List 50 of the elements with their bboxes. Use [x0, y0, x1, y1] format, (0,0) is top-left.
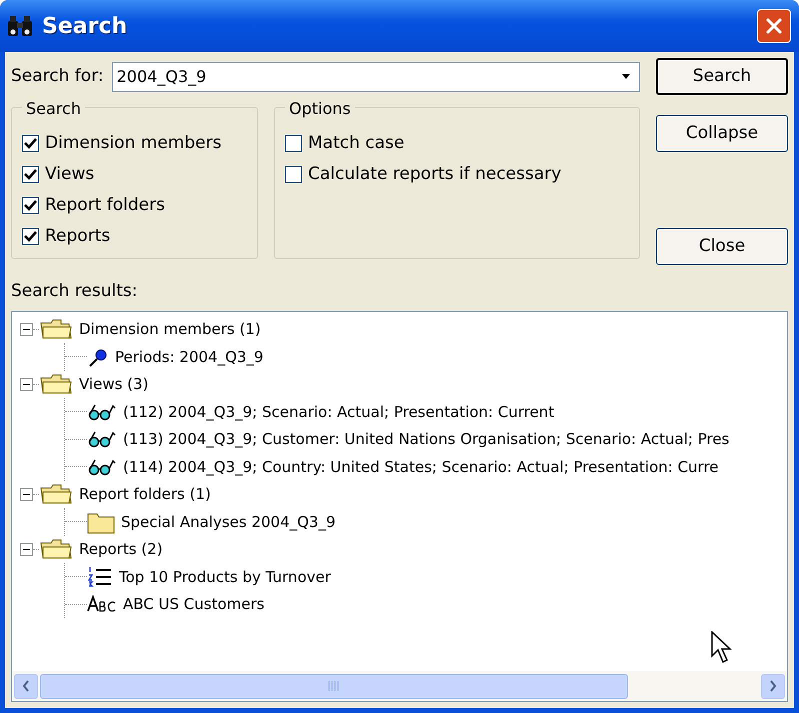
- numbered-list-icon: [87, 564, 113, 589]
- close-button[interactable]: [757, 9, 791, 43]
- checkbox[interactable]: [22, 135, 39, 152]
- open-folder-icon: [39, 537, 73, 562]
- scroll-left-button[interactable]: [14, 674, 38, 698]
- checkbox-label[interactable]: Views: [45, 162, 94, 188]
- horizontal-scrollbar[interactable]: [12, 671, 787, 701]
- checkbox-label[interactable]: Dimension members: [45, 130, 222, 156]
- search-field[interactable]: 2004_Q3_9: [112, 64, 621, 88]
- dialog-button[interactable]: Close: [656, 228, 788, 265]
- binoculars-icon: [6, 15, 34, 37]
- checkbox[interactable]: [285, 166, 302, 183]
- open-folder-icon: [39, 482, 73, 506]
- checkbox[interactable]: [22, 228, 39, 245]
- results-label: Search results:: [11, 280, 138, 303]
- tree-folder-item[interactable]: Reports (2): [79, 538, 163, 560]
- scroll-right-button[interactable]: [761, 674, 785, 698]
- tree-item[interactable]: Top 10 Products by Turnover: [119, 566, 331, 588]
- dropdown-arrow-icon[interactable]: [621, 74, 631, 80]
- checkbox-label[interactable]: Calculate reports if necessary: [308, 162, 562, 188]
- tree-item[interactable]: (114) 2004_Q3_9; Country: United States; Scenario: Actual; Presentation: Curre: [123, 456, 719, 478]
- dialog-button[interactable]: Collapse: [656, 115, 788, 152]
- checkbox-label[interactable]: Report folders: [45, 192, 165, 218]
- checkbox-label[interactable]: Match case: [308, 130, 404, 156]
- checkbox[interactable]: [285, 135, 302, 152]
- close-icon[interactable]: [765, 17, 783, 35]
- open-folder-icon: [39, 372, 73, 396]
- search-combo-box[interactable]: 2004_Q3_9: [112, 62, 640, 92]
- search-for-label: Search for:: [11, 64, 104, 88]
- pin-icon: [87, 346, 109, 367]
- tree-item[interactable]: Periods: 2004_Q3_9: [115, 346, 264, 368]
- open-folder-icon: [39, 317, 73, 342]
- scroll-thumb[interactable]: [40, 674, 628, 698]
- dialog-button[interactable]: Search: [656, 58, 788, 95]
- mouse-cursor-icon: [711, 631, 733, 665]
- glasses-icon: [87, 429, 117, 450]
- window-title: Search: [42, 12, 128, 40]
- text-style-icon: [87, 595, 117, 614]
- checkbox[interactable]: [22, 166, 39, 183]
- tree-folder-item[interactable]: Views (3): [79, 373, 148, 396]
- chevron-right-icon[interactable]: [769, 680, 777, 692]
- tree-item[interactable]: (112) 2004_Q3_9; Scenario: Actual; Presentation: Current: [123, 400, 554, 423]
- checkbox-label[interactable]: Reports: [45, 224, 110, 250]
- tree-folder-item[interactable]: Dimension members (1): [79, 318, 261, 340]
- tree-item[interactable]: Special Analyses 2004_Q3_9: [121, 510, 336, 533]
- chevron-left-icon[interactable]: [22, 680, 30, 692]
- tree-folder-item[interactable]: Report folders (1): [79, 483, 211, 506]
- tree-item[interactable]: (113) 2004_Q3_9; Customer: United Nations Organisation; Scenario: Actual; Pres: [123, 428, 730, 450]
- checkbox[interactable]: [22, 197, 39, 214]
- tree-item[interactable]: ABC US Customers: [123, 593, 264, 616]
